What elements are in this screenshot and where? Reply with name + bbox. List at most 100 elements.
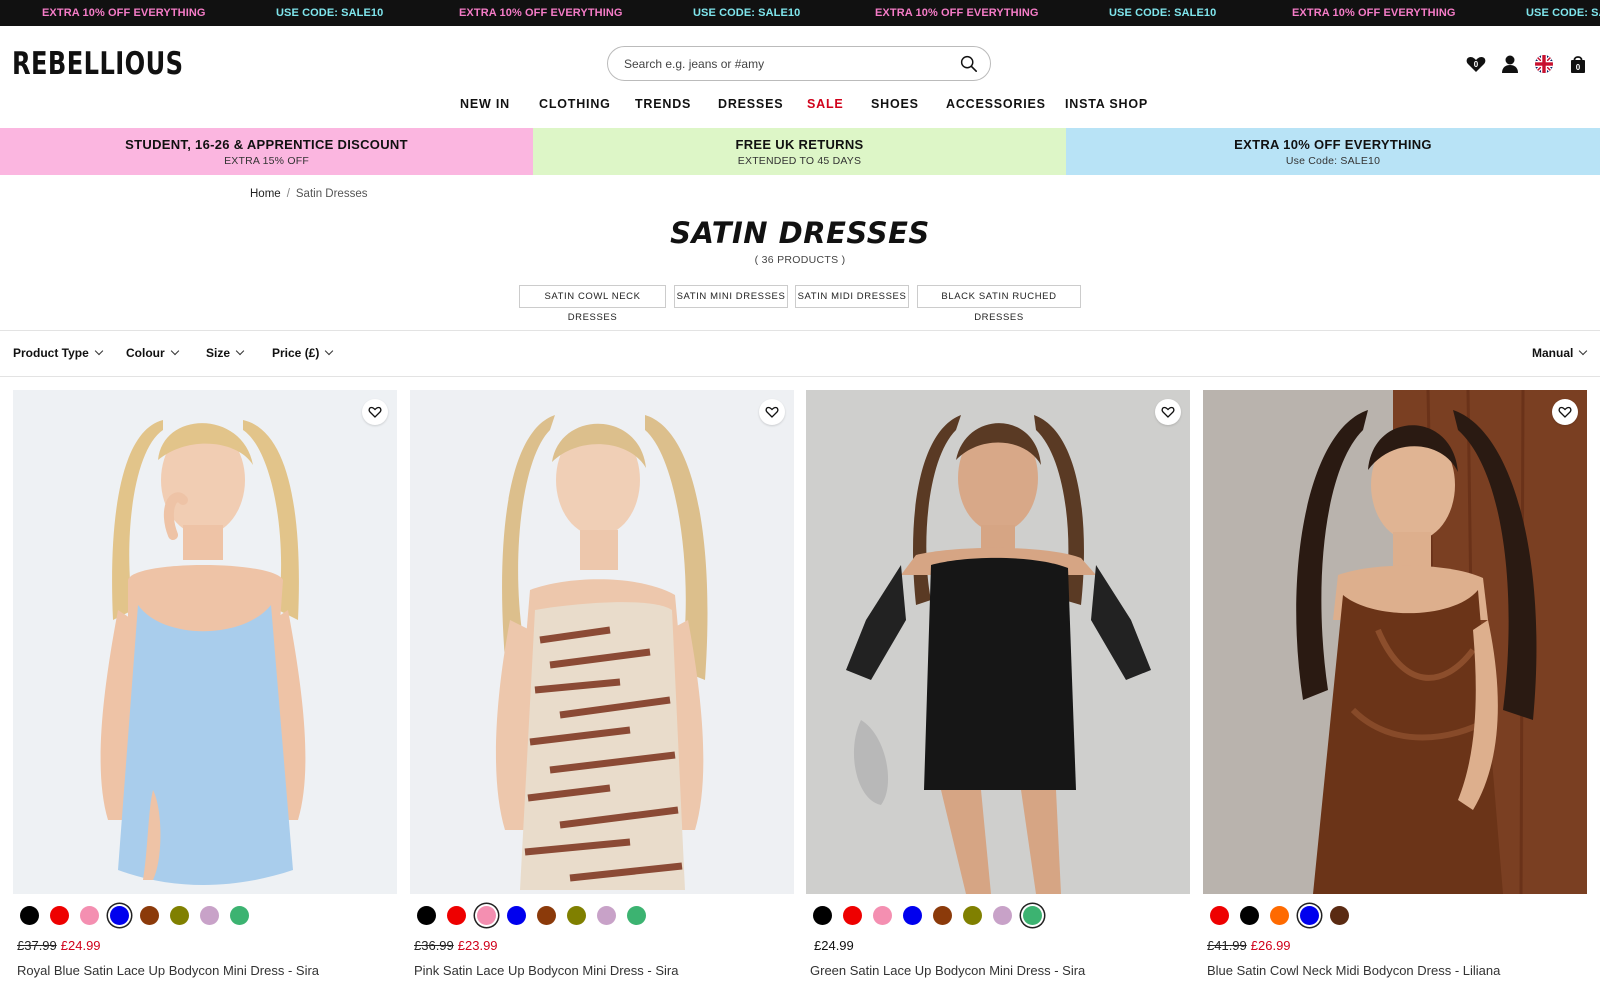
swatch-red[interactable] bbox=[447, 906, 466, 925]
chip-satin-cowl-neck[interactable]: SATIN COWL NECK DRESSES bbox=[519, 285, 666, 323]
swatch-blue[interactable] bbox=[1300, 906, 1319, 925]
swatch-brown[interactable] bbox=[140, 906, 159, 925]
sale-price: £23.99 bbox=[457, 938, 498, 953]
promo-free-returns[interactable]: FREE UK RETURNS EXTENDED TO 45 DAYS bbox=[533, 128, 1066, 175]
swatch-orange[interactable] bbox=[1270, 906, 1289, 925]
swatch-red[interactable] bbox=[843, 906, 862, 925]
promo-extra-off[interactable]: EXTRA 10% OFF EVERYTHING Use Code: SALE1… bbox=[1066, 128, 1600, 175]
product-image[interactable] bbox=[806, 390, 1190, 894]
heart-outline-icon bbox=[1558, 406, 1572, 418]
swatch-olive[interactable] bbox=[567, 906, 586, 925]
nav-shoes[interactable]: SHOES bbox=[871, 97, 919, 111]
swatch-lilac[interactable] bbox=[200, 906, 219, 925]
filter-label: Size bbox=[206, 346, 231, 360]
promo-subtitle: EXTENDED TO 45 DAYS bbox=[737, 155, 862, 167]
chevron-down-icon bbox=[1579, 346, 1588, 356]
swatch-lilac[interactable] bbox=[597, 906, 616, 925]
swatch-red[interactable] bbox=[1210, 906, 1229, 925]
chip-satin-midi[interactable]: SATIN MIDI DRESSES bbox=[795, 285, 909, 308]
search-bar[interactable] bbox=[607, 46, 991, 81]
swatch-brown[interactable] bbox=[933, 906, 952, 925]
product-name[interactable]: Blue Satin Cowl Neck Midi Bodycon Dress … bbox=[1207, 963, 1500, 978]
product-name[interactable]: Green Satin Lace Up Bodycon Mini Dress -… bbox=[810, 963, 1085, 978]
breadcrumb: Home / Satin Dresses bbox=[250, 188, 367, 200]
swatch-green[interactable] bbox=[627, 906, 646, 925]
swatch-blue[interactable] bbox=[507, 906, 526, 925]
swatch-olive[interactable] bbox=[170, 906, 189, 925]
product-image[interactable] bbox=[1203, 390, 1587, 894]
swatch-chocolate[interactable] bbox=[1330, 906, 1349, 925]
price: £24.99 bbox=[814, 938, 854, 953]
chevron-down-icon bbox=[235, 346, 245, 356]
swatch-black[interactable] bbox=[1240, 906, 1259, 925]
wishlist-toggle[interactable] bbox=[759, 399, 785, 425]
nav-clothing[interactable]: CLOTHING bbox=[539, 97, 611, 111]
heart-outline-icon bbox=[368, 406, 382, 418]
breadcrumb-home[interactable]: Home bbox=[250, 188, 281, 200]
nav-accessories[interactable]: ACCESSORIES bbox=[946, 97, 1046, 111]
filter-label: Product Type bbox=[13, 346, 89, 360]
swatch-lilac[interactable] bbox=[993, 906, 1012, 925]
filter-product-type[interactable]: Product Type bbox=[13, 346, 104, 360]
swatch-black[interactable] bbox=[417, 906, 436, 925]
filter-colour[interactable]: Colour bbox=[126, 346, 179, 360]
swatch-black[interactable] bbox=[20, 906, 39, 925]
product-card[interactable]: £41.99 £26.99 Blue Satin Cowl Neck Midi B… bbox=[1203, 390, 1587, 1000]
promo-ticker: EXTRA 10% OFF EVERYTHING USE CODE: SALE1… bbox=[0, 0, 1600, 26]
wishlist-toggle[interactable] bbox=[1155, 399, 1181, 425]
product-card[interactable]: £24.99 Green Satin Lace Up Bodycon Mini … bbox=[806, 390, 1190, 1000]
nav-insta-shop[interactable]: INSTA SHOP bbox=[1065, 97, 1148, 111]
product-name[interactable]: Royal Blue Satin Lace Up Bodycon Mini Dr… bbox=[17, 963, 319, 978]
swatch-pink[interactable] bbox=[477, 906, 496, 925]
ticker-item: USE CODE: SALE10 bbox=[1526, 7, 1600, 19]
wishlist-toggle[interactable] bbox=[1552, 399, 1578, 425]
sort-dropdown[interactable]: Manual bbox=[1532, 346, 1588, 360]
filter-label: Colour bbox=[126, 346, 165, 360]
product-price: £36.99 £23.99 bbox=[414, 938, 498, 953]
nav-trends[interactable]: TRENDS bbox=[635, 97, 691, 111]
colour-swatches bbox=[414, 902, 794, 928]
swatch-pink[interactable] bbox=[873, 906, 892, 925]
sort-label: Manual bbox=[1532, 346, 1574, 360]
wishlist-toggle[interactable] bbox=[362, 399, 388, 425]
product-price: £24.99 bbox=[810, 938, 854, 953]
filter-price[interactable]: Price (£) bbox=[272, 346, 334, 360]
original-price: £36.99 bbox=[414, 938, 454, 953]
bag-button[interactable]: 0 bbox=[1567, 53, 1589, 75]
country-selector[interactable] bbox=[1533, 53, 1555, 75]
promo-student-discount[interactable]: STUDENT, 16-26 & APPRENTICE DISCOUNT EXT… bbox=[0, 128, 533, 175]
product-card[interactable]: £37.99 £24.99 Royal Blue Satin Lace Up Bo… bbox=[13, 390, 397, 1000]
wishlist-button[interactable]: 0 bbox=[1465, 53, 1487, 75]
search-input[interactable] bbox=[624, 55, 944, 73]
account-button[interactable] bbox=[1499, 53, 1521, 75]
sale-price: £24.99 bbox=[60, 938, 101, 953]
swatch-pink[interactable] bbox=[80, 906, 99, 925]
swatch-green[interactable] bbox=[230, 906, 249, 925]
nav-new-in[interactable]: NEW IN bbox=[460, 97, 510, 111]
brand-logo[interactable]: REBELLIOUS bbox=[12, 46, 183, 82]
filter-bar: Product Type Colour Size Price (£) Manua… bbox=[0, 330, 1600, 377]
swatch-green[interactable] bbox=[1023, 906, 1042, 925]
ticker-item: EXTRA 10% OFF EVERYTHING bbox=[875, 7, 1039, 19]
bag-count: 0 bbox=[1576, 63, 1581, 72]
filter-size[interactable]: Size bbox=[206, 346, 245, 360]
bag-icon: 0 bbox=[1571, 56, 1585, 73]
chip-satin-mini[interactable]: SATIN MINI DRESSES bbox=[674, 285, 788, 308]
swatch-black[interactable] bbox=[813, 906, 832, 925]
nav-sale[interactable]: SALE bbox=[807, 97, 844, 111]
nav-dresses[interactable]: DRESSES bbox=[718, 97, 783, 111]
swatch-brown[interactable] bbox=[537, 906, 556, 925]
product-image[interactable] bbox=[13, 390, 397, 894]
chip-black-satin-ruched[interactable]: BLACK SATIN RUCHED DRESSES bbox=[917, 285, 1081, 323]
swatch-blue[interactable] bbox=[110, 906, 129, 925]
search-icon[interactable] bbox=[960, 55, 978, 73]
product-name[interactable]: Pink Satin Lace Up Bodycon Mini Dress - … bbox=[414, 963, 678, 978]
swatch-blue[interactable] bbox=[903, 906, 922, 925]
promo-subtitle: Use Code: SALE10 bbox=[1285, 155, 1381, 167]
swatch-olive[interactable] bbox=[963, 906, 982, 925]
product-card[interactable]: £36.99 £23.99 Pink Satin Lace Up Bodycon … bbox=[410, 390, 794, 1000]
ticker-item: USE CODE: SALE10 bbox=[276, 7, 384, 19]
product-image[interactable] bbox=[410, 390, 794, 894]
promo-subtitle: EXTRA 15% OFF bbox=[224, 155, 309, 167]
swatch-red[interactable] bbox=[50, 906, 69, 925]
